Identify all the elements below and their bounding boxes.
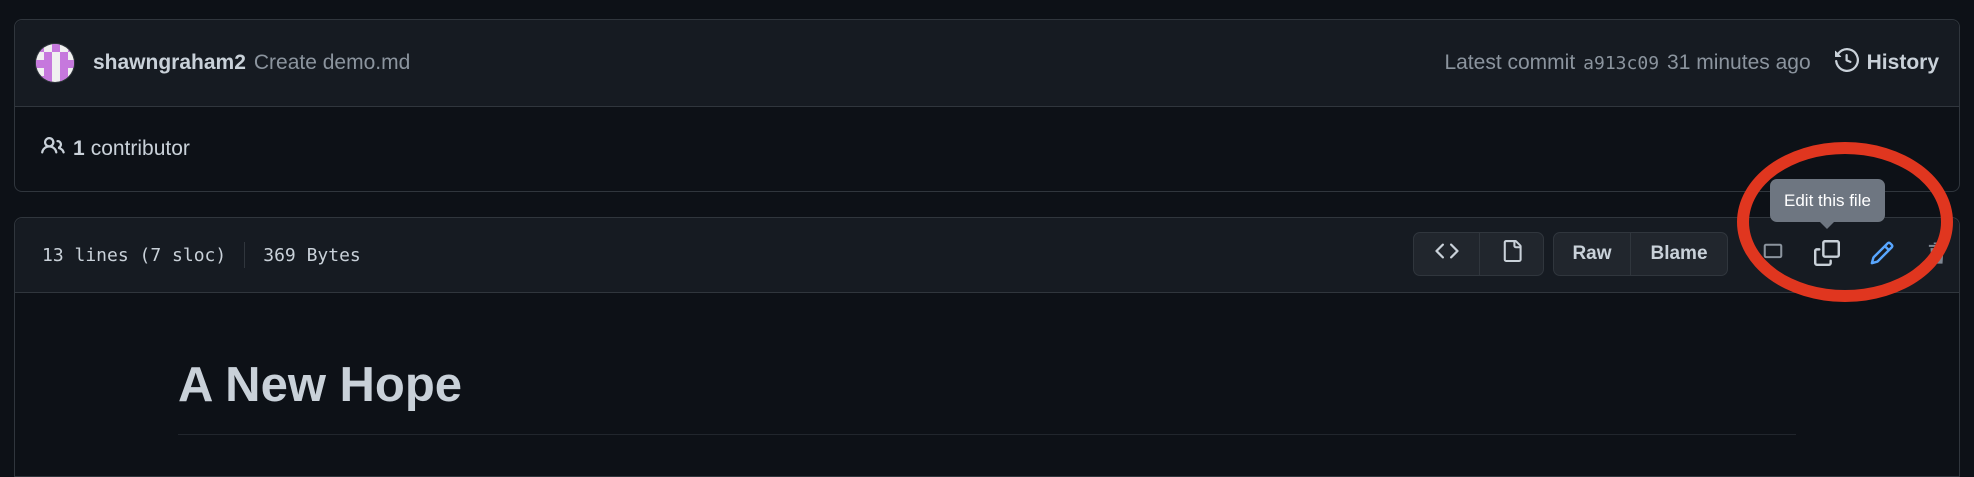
contributor-count: 1: [73, 137, 85, 160]
copy-icon: [1814, 239, 1840, 271]
people-icon: [41, 134, 65, 164]
view-toggle-group: [1413, 232, 1544, 276]
file-header: 13 lines (7 sloc) 369 Bytes Raw Blame: [15, 218, 1959, 293]
file-size: 369 Bytes: [263, 244, 361, 266]
history-label: History: [1866, 51, 1939, 74]
markdown-heading: A New Hope: [178, 358, 463, 412]
latest-commit-label: Latest commit: [1444, 51, 1576, 74]
file-box: 13 lines (7 sloc) 369 Bytes Raw Blame: [14, 217, 1960, 477]
divider: [244, 242, 246, 268]
commit-author-link[interactable]: shawngraham2: [93, 51, 246, 75]
history-button[interactable]: History: [1834, 47, 1939, 78]
trash-icon: [1926, 240, 1948, 271]
contributor-label: contributor: [90, 137, 190, 160]
blame-button[interactable]: Blame: [1630, 233, 1727, 275]
source-view-button[interactable]: [1414, 233, 1479, 275]
heading-rule: [178, 434, 1796, 435]
copy-raw-button[interactable]: [1807, 235, 1847, 275]
edit-tooltip: Edit this file: [1770, 179, 1885, 229]
raw-button[interactable]: Raw: [1554, 233, 1630, 275]
commit-message-link[interactable]: Create demo.md: [254, 51, 410, 75]
code-icon: [1434, 239, 1459, 269]
history-icon: [1834, 47, 1859, 78]
contributors-row[interactable]: 1 contributor: [15, 107, 1959, 191]
avatar[interactable]: [35, 43, 75, 83]
commit-time: 31 minutes ago: [1667, 51, 1811, 74]
file-line-count: 13 lines (7 sloc): [42, 244, 227, 266]
preview-view-button[interactable]: [1479, 233, 1543, 275]
commit-box: shawngraham2 Create demo.md Latest commi…: [14, 19, 1960, 192]
edit-file-button[interactable]: [1862, 235, 1902, 275]
delete-file-button[interactable]: [1917, 235, 1957, 275]
desktop-button[interactable]: [1753, 235, 1793, 275]
device-desktop-icon: [1762, 242, 1784, 269]
pencil-icon: [1869, 240, 1895, 271]
commit-sha-link[interactable]: a913c09: [1583, 53, 1659, 74]
raw-blame-group: Raw Blame: [1553, 232, 1728, 276]
latest-commit-row: shawngraham2 Create demo.md Latest commi…: [15, 20, 1959, 107]
file-icon: [1501, 240, 1523, 268]
